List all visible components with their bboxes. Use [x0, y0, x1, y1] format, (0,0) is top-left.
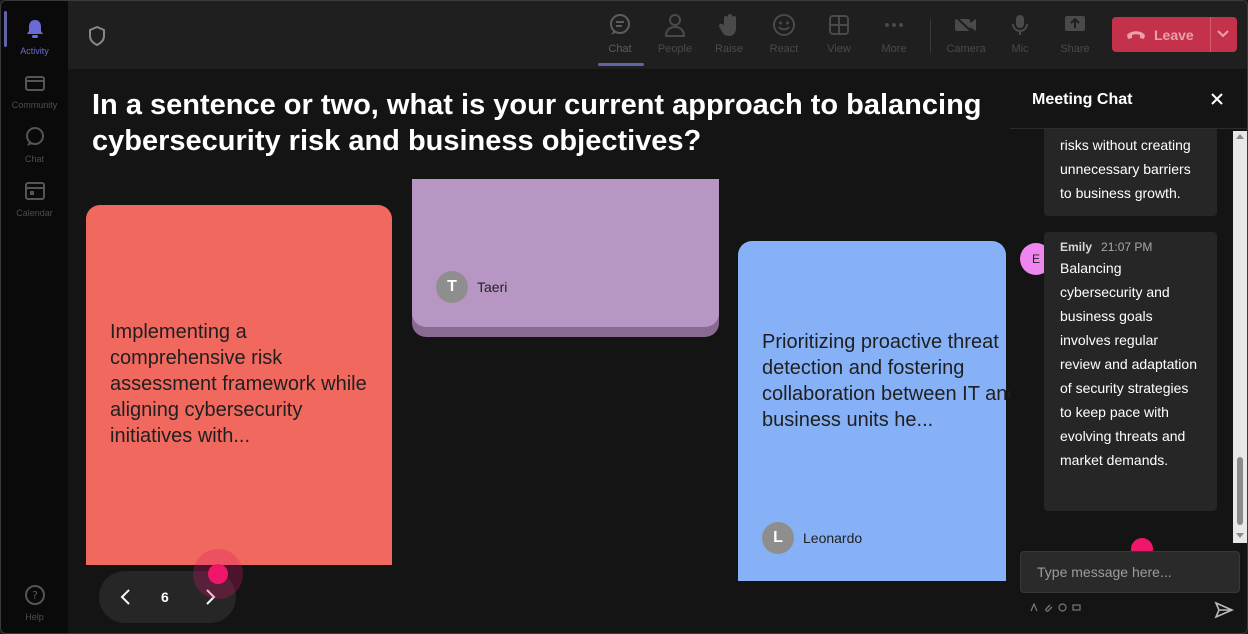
author-name: Taeri: [477, 279, 508, 295]
shield-icon[interactable]: [88, 26, 106, 46]
app-rail: Activity Community Chat Calendar ? Help: [1, 1, 68, 633]
message-text: risks without creating unnecessary barri…: [1060, 137, 1191, 201]
card-author: L Leonardo: [762, 522, 862, 554]
chat-icon: [610, 14, 630, 35]
more-button-label: More: [881, 43, 907, 55]
page-number: 6: [161, 589, 169, 605]
emoji-icon[interactable]: [1058, 603, 1067, 612]
rail-item-chat[interactable]: Chat: [1, 117, 68, 167]
camera-off-icon: [954, 15, 976, 36]
bell-icon: [26, 20, 43, 38]
people-button[interactable]: People: [650, 13, 700, 63]
response-card[interactable]: Implementing a comprehensive risk assess…: [86, 205, 392, 565]
chevron-left-icon[interactable]: [117, 587, 135, 607]
message-meta: Emily 21:07 PM: [1044, 232, 1217, 254]
scroll-down-icon[interactable]: [1236, 531, 1244, 539]
mic-icon: [1012, 15, 1028, 35]
raise-hand-button[interactable]: Raise: [704, 13, 754, 63]
message-input[interactable]: [1021, 552, 1239, 592]
scroll-thumb[interactable]: [1237, 457, 1243, 525]
presentation-stage: In a sentence or two, what is your curre…: [68, 69, 1010, 633]
chat-button[interactable]: Chat: [595, 13, 645, 63]
share-button-label: Share: [1060, 43, 1090, 55]
community-icon: [24, 76, 45, 91]
mic-button[interactable]: Mic: [995, 13, 1045, 63]
chevron-down-icon[interactable]: [1216, 29, 1230, 39]
rail-label: Calendar: [16, 208, 53, 218]
cursor-pointer: [208, 564, 228, 584]
mic-button-label: Mic: [1011, 43, 1029, 55]
avatar: L: [762, 522, 794, 554]
rail-label: Activity: [20, 46, 49, 56]
response-card[interactable]: Prioritizing proactive threat detection …: [738, 241, 1010, 581]
attach-icon[interactable]: [1044, 603, 1053, 612]
svg-text:?: ?: [32, 589, 38, 602]
sender-name: Emily: [1060, 240, 1093, 254]
view-button[interactable]: View: [814, 13, 864, 63]
raise-button-label: Raise: [714, 43, 744, 55]
send-icon[interactable]: [1214, 601, 1234, 619]
meeting-chat-panel: Meeting Chat risks without creating unne…: [1010, 69, 1247, 633]
view-button-label: View: [827, 43, 851, 55]
rail-item-calendar[interactable]: Calendar: [1, 171, 68, 221]
react-button[interactable]: React: [759, 13, 809, 63]
author-name: Leonardo: [803, 530, 863, 546]
emoji-icon: [773, 14, 795, 36]
chat-tab-indicator: [598, 63, 644, 66]
chat-scrollbar[interactable]: [1233, 131, 1247, 543]
leave-divider: [1210, 17, 1211, 52]
response-text: Prioritizing proactive threat detection …: [762, 331, 1010, 431]
rail-item-activity[interactable]: Activity: [1, 9, 68, 59]
scroll-up-icon[interactable]: [1236, 133, 1244, 141]
people-button-label: People: [657, 43, 693, 55]
message-text: Balancing cybersecurity and business goa…: [1060, 260, 1197, 468]
close-icon[interactable]: [1210, 92, 1224, 106]
camera-button-label: Camera: [946, 43, 986, 55]
question-title: In a sentence or two, what is your curre…: [92, 89, 982, 157]
chat-button-label: Chat: [608, 43, 632, 55]
chat-icon: [25, 127, 44, 146]
calendar-icon: [24, 182, 45, 200]
share-button[interactable]: Share: [1050, 13, 1100, 63]
response-text: Implementing a comprehensive risk assess…: [110, 321, 367, 447]
grid-view-icon: [829, 15, 849, 35]
message-compose-box[interactable]: [1020, 551, 1240, 593]
share-screen-icon: [1065, 16, 1085, 31]
help-icon: ?: [24, 585, 45, 605]
avatar: T: [436, 271, 468, 303]
raise-hand-icon: [718, 14, 736, 36]
format-icon[interactable]: [1030, 603, 1039, 612]
more-button[interactable]: More: [869, 13, 919, 63]
chat-message: Emily 21:07 PM Balancing cybersecurity an…: [1044, 232, 1217, 511]
rail-item-community[interactable]: Community: [1, 63, 68, 113]
leave-button[interactable]: Leave: [1112, 17, 1237, 52]
chat-title: Meeting Chat: [1032, 91, 1133, 108]
response-card[interactable]: T Taeri: [412, 179, 719, 327]
leave-label: Leave: [1154, 27, 1194, 43]
camera-button[interactable]: Camera: [941, 13, 991, 63]
chat-message: risks without creating unnecessary barri…: [1044, 129, 1217, 216]
meeting-window: Activity Community Chat Calendar ? Help …: [0, 0, 1248, 634]
rail-item-help[interactable]: ? Help: [1, 575, 68, 625]
react-button-label: React: [769, 43, 799, 55]
chat-header: Meeting Chat: [1010, 69, 1247, 129]
rail-label: Help: [25, 612, 44, 622]
rail-label: Community: [11, 100, 58, 110]
message-time: 21:07 PM: [1101, 240, 1153, 254]
people-icon: [664, 14, 686, 37]
format-toolbar: [1030, 603, 1081, 612]
meeting-toolbar: Chat People Raise React View More Camera: [68, 1, 1247, 69]
gif-icon[interactable]: [1072, 603, 1081, 612]
card-author: T Taeri: [436, 271, 507, 303]
hang-up-icon: [1127, 31, 1145, 39]
toolbar-divider: [930, 19, 931, 53]
rail-label: Chat: [24, 154, 44, 164]
more-icon: [885, 23, 903, 27]
